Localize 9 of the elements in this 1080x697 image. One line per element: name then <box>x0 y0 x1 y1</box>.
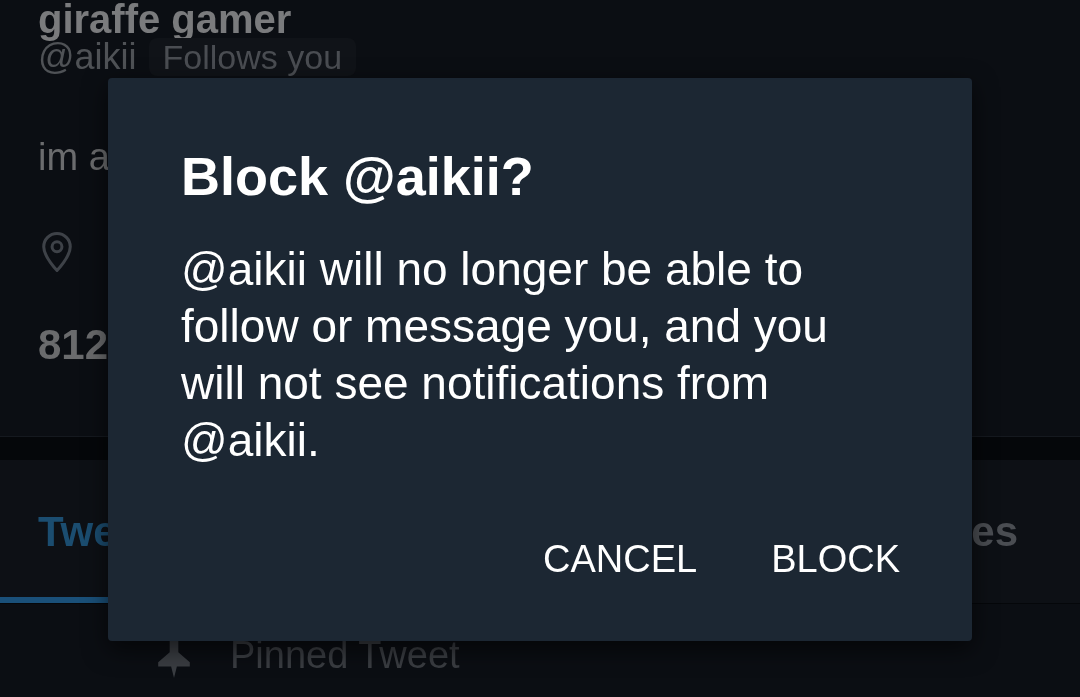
dialog-title: Block @aikii? <box>181 145 534 208</box>
profile-bio: im a <box>38 135 110 180</box>
cancel-button[interactable]: CANCEL <box>527 523 714 595</box>
stats-count: 812 <box>38 320 109 370</box>
follows-you-badge: Follows you <box>148 38 357 76</box>
block-button[interactable]: BLOCK <box>755 523 916 595</box>
location-pin-icon <box>42 232 72 272</box>
profile-handle: @aikii <box>38 40 137 74</box>
dialog-message: @aikii will no longer be able to follow or message you, and you will not see notifications from @aikii. <box>181 242 829 468</box>
